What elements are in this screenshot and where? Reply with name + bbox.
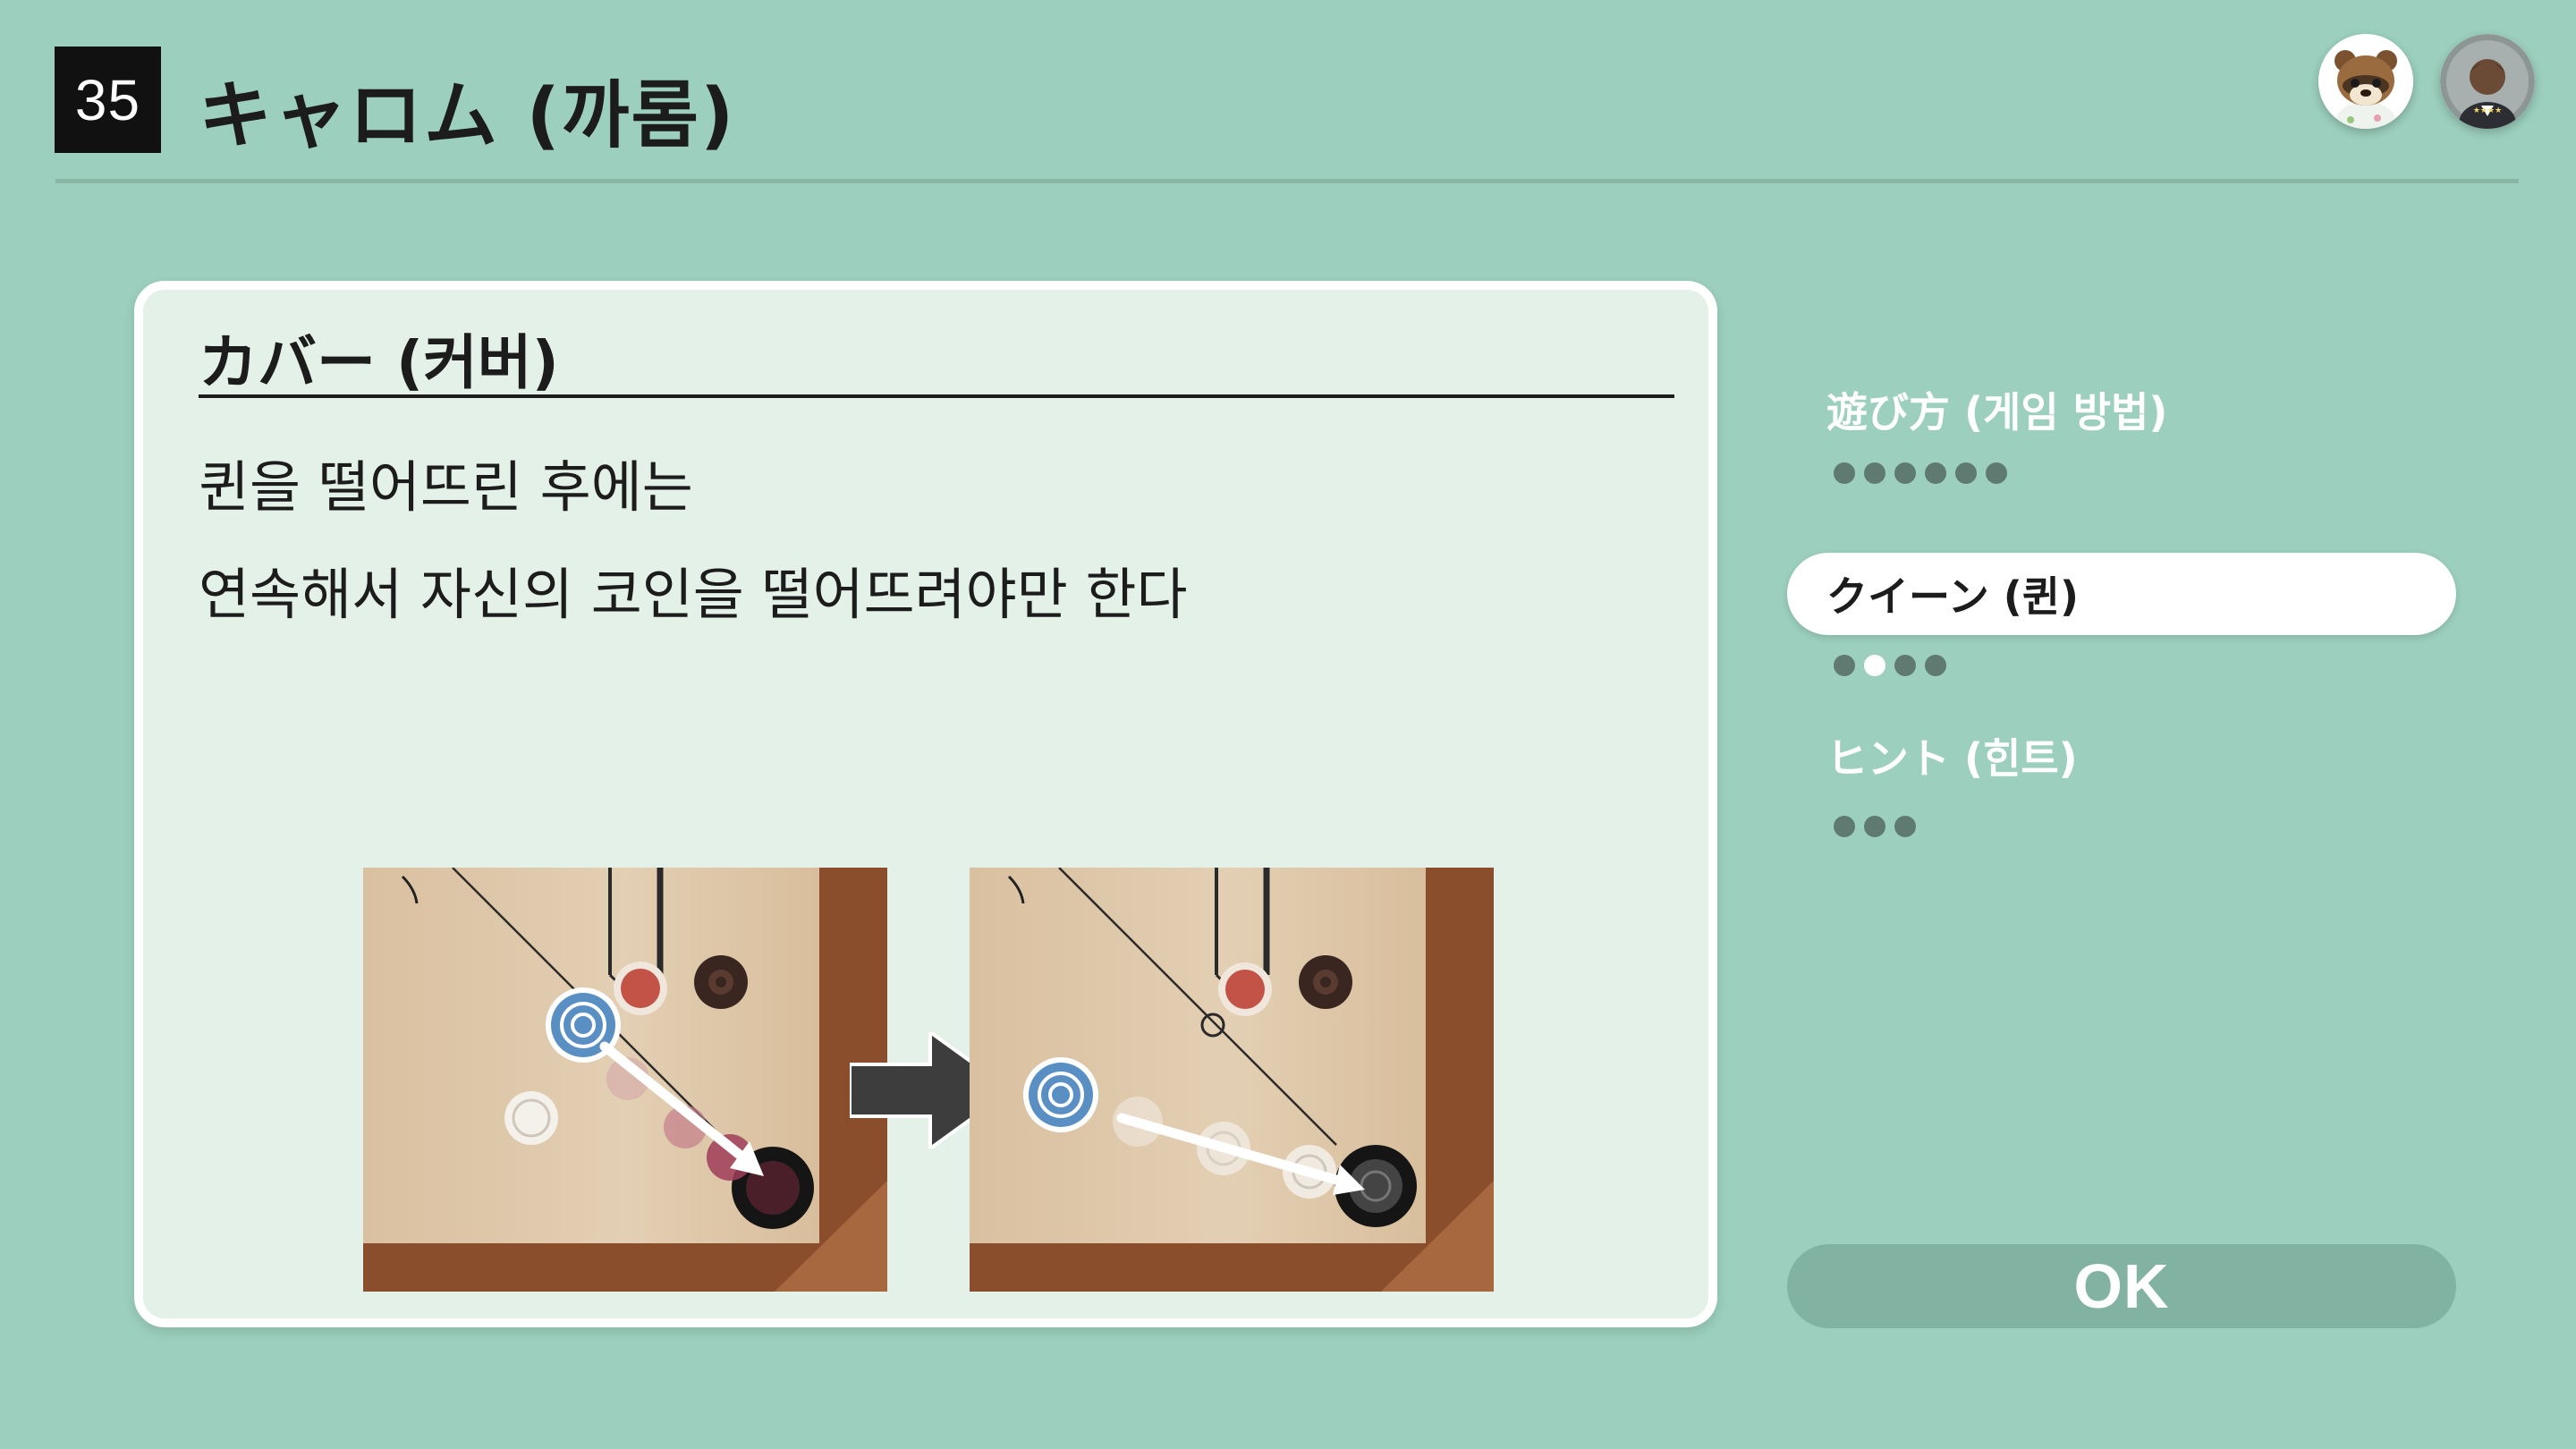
game-title: キャロム (까롬)	[199, 73, 736, 158]
page-dot	[1864, 462, 1885, 484]
page-dots-how-to-play	[1834, 462, 2007, 484]
menu-item-how-to-play[interactable]: 遊び方 (게임 방법)	[1787, 369, 2456, 451]
page-dot	[1864, 655, 1885, 676]
ok-button[interactable]: OK	[1787, 1244, 2456, 1328]
header: 35 キャロム (까롬) ★★★★	[0, 0, 2576, 183]
header-divider	[55, 179, 2519, 183]
panel-heading: カバー (커버)	[199, 328, 559, 397]
board-illustration-before	[363, 868, 887, 1292]
svg-text:★★★★: ★★★★	[2473, 106, 2502, 115]
player-avatar-icon[interactable]: ★★★★	[2440, 34, 2535, 129]
page-dot	[1925, 655, 1946, 676]
board-illustration-after	[970, 868, 1494, 1292]
page-dot	[1894, 816, 1916, 837]
game-number-badge: 35	[55, 47, 161, 153]
tom-nook-avatar-icon[interactable]	[2318, 34, 2413, 129]
page-dot	[1834, 816, 1855, 837]
page-dots-hint	[1834, 816, 1916, 837]
page-dot	[1834, 655, 1855, 676]
page-dot	[1894, 655, 1916, 676]
page-dot	[1925, 462, 1946, 484]
page-dot	[1864, 816, 1885, 837]
menu-item-hint[interactable]: ヒント (힌트)	[1787, 715, 2456, 797]
instruction-line-2: 연속해서 자신의 코인을 떨어뜨려야만 한다	[199, 562, 1188, 627]
page-dot	[1986, 462, 2007, 484]
page-dot	[1834, 462, 1855, 484]
instruction-line-1: 퀸을 떨어뜨린 후에는	[199, 454, 693, 520]
page-dot	[1894, 462, 1916, 484]
menu-item-queen[interactable]: クイーン (퀸)	[1787, 553, 2456, 635]
page-dot	[1955, 462, 1977, 484]
page-dots-queen	[1834, 655, 1946, 676]
instruction-panel: カバー (커버) 퀸을 떨어뜨린 후에는 연속해서 자신의 코인을 떨어뜨려야만…	[134, 281, 1717, 1327]
panel-heading-divider	[199, 394, 1674, 398]
